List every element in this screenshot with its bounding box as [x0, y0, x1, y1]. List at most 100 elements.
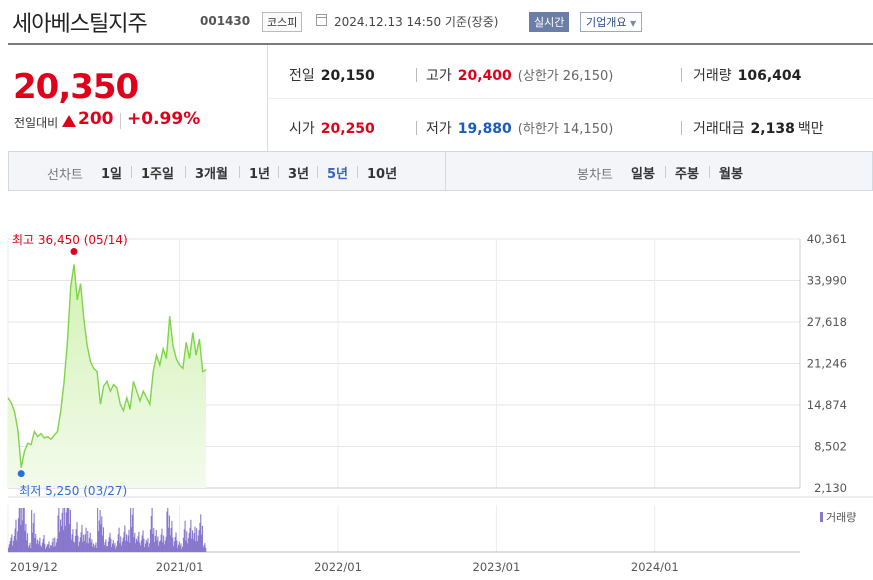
volume-bar [95, 542, 97, 552]
volume-bar [159, 540, 161, 552]
company-overview-button[interactable]: 기업개요 ▼ [580, 12, 643, 32]
realtime-button[interactable]: 실시간 [529, 12, 570, 32]
volume-bar [136, 541, 138, 552]
period-1y[interactable]: 1년 [249, 163, 270, 182]
volume-bar [149, 543, 151, 552]
volume-bar [26, 540, 28, 552]
volume-bar [21, 508, 23, 552]
volume-bar [123, 532, 125, 552]
period-divider [357, 166, 358, 178]
volume-bar [11, 534, 13, 552]
period-1d[interactable]: 1일 [101, 163, 122, 182]
period-3m[interactable]: 3개월 [195, 163, 228, 182]
period-10y[interactable]: 10년 [367, 163, 397, 182]
price-area [8, 264, 206, 488]
volume-bar [128, 529, 130, 552]
price-box: 20,350 전일대비 200 +0.99% [8, 45, 268, 151]
volume-bar [112, 539, 114, 552]
volume-bar [146, 542, 148, 552]
volume-bar [161, 528, 163, 552]
volume-bar [194, 526, 196, 552]
calendar-icon [316, 14, 327, 26]
volume-bar [36, 543, 38, 552]
volume-bar [20, 524, 22, 552]
volume-bar [173, 546, 175, 552]
volume-bar [205, 547, 207, 552]
period-divider [185, 166, 186, 178]
candle-monthly[interactable]: 월봉 [719, 163, 743, 182]
volume-bar [12, 540, 15, 552]
volume-bar [132, 508, 134, 552]
volume-bar [35, 533, 37, 552]
volume-bar [82, 542, 84, 552]
volume-bar [91, 539, 93, 552]
volume-bar [43, 535, 45, 552]
volume-bar [97, 508, 99, 552]
volume-bar [201, 525, 203, 552]
open-price: 시가 20,250 [289, 121, 375, 137]
volume-bar [33, 513, 35, 552]
volume-bar [121, 545, 123, 552]
volume-bar [101, 516, 103, 552]
period-3y[interactable]: 3년 [288, 163, 309, 182]
volume-bar [190, 519, 192, 552]
volume-bar [24, 530, 26, 552]
volume-bar [193, 532, 195, 552]
volume-bar [63, 530, 65, 552]
volume-bar [52, 538, 54, 552]
volume-bar [110, 538, 112, 552]
volume-bar [174, 537, 176, 552]
volume-bar [131, 514, 133, 552]
volume-bar [109, 532, 111, 552]
selector-divider [445, 152, 446, 190]
market-badge: 코스피 [262, 12, 303, 32]
volume-bar [170, 528, 172, 552]
volume-bar [60, 525, 62, 552]
volume-bar [140, 540, 142, 552]
volume-bar [150, 516, 152, 552]
volume-bar [76, 522, 78, 552]
volume-bar [47, 544, 49, 552]
volume-bar [142, 530, 144, 552]
volume-bar [83, 534, 85, 552]
volume-bar [191, 538, 193, 552]
x-tick-label: 2019/12 [10, 560, 58, 574]
volume-bar [26, 533, 29, 552]
x-tick-label: 2023/01 [473, 560, 521, 574]
volume-bar [72, 529, 74, 552]
period-divider [665, 166, 666, 178]
y-tick-label: 27,618 [807, 315, 847, 329]
volume-bar [113, 545, 115, 552]
volume-bar [118, 527, 120, 552]
volume-bar [92, 543, 95, 552]
volume-bar [45, 546, 48, 552]
volume-bar [65, 512, 67, 552]
volume-bar [189, 527, 191, 552]
volume-bar [37, 544, 39, 552]
period-5y[interactable]: 5년 [327, 163, 348, 182]
volume-bar [137, 536, 139, 552]
volume-bar [57, 515, 59, 552]
volume-bar [163, 535, 165, 552]
period-1w[interactable]: 1주일 [141, 163, 174, 182]
volume-bar [78, 541, 81, 552]
volume-bar [158, 541, 161, 552]
volume-bar [38, 541, 40, 552]
volume-bar [45, 549, 47, 552]
candle-daily[interactable]: 일봉 [631, 163, 655, 182]
volume-bar [23, 508, 25, 552]
quote-row-divider [268, 98, 873, 99]
candle-weekly[interactable]: 주봉 [675, 163, 699, 182]
volume-bar [55, 545, 57, 552]
volume-bar [151, 508, 153, 552]
volume-bar [64, 508, 66, 552]
volume-bar [171, 520, 173, 552]
volume-bar [141, 535, 143, 552]
volume-bar [169, 535, 171, 552]
volume-bar [104, 542, 106, 552]
volume-bar [173, 541, 175, 552]
volume-bar [126, 540, 128, 552]
volume-bar [145, 539, 147, 552]
volume-bar [61, 512, 63, 552]
volume-bar [13, 535, 15, 552]
